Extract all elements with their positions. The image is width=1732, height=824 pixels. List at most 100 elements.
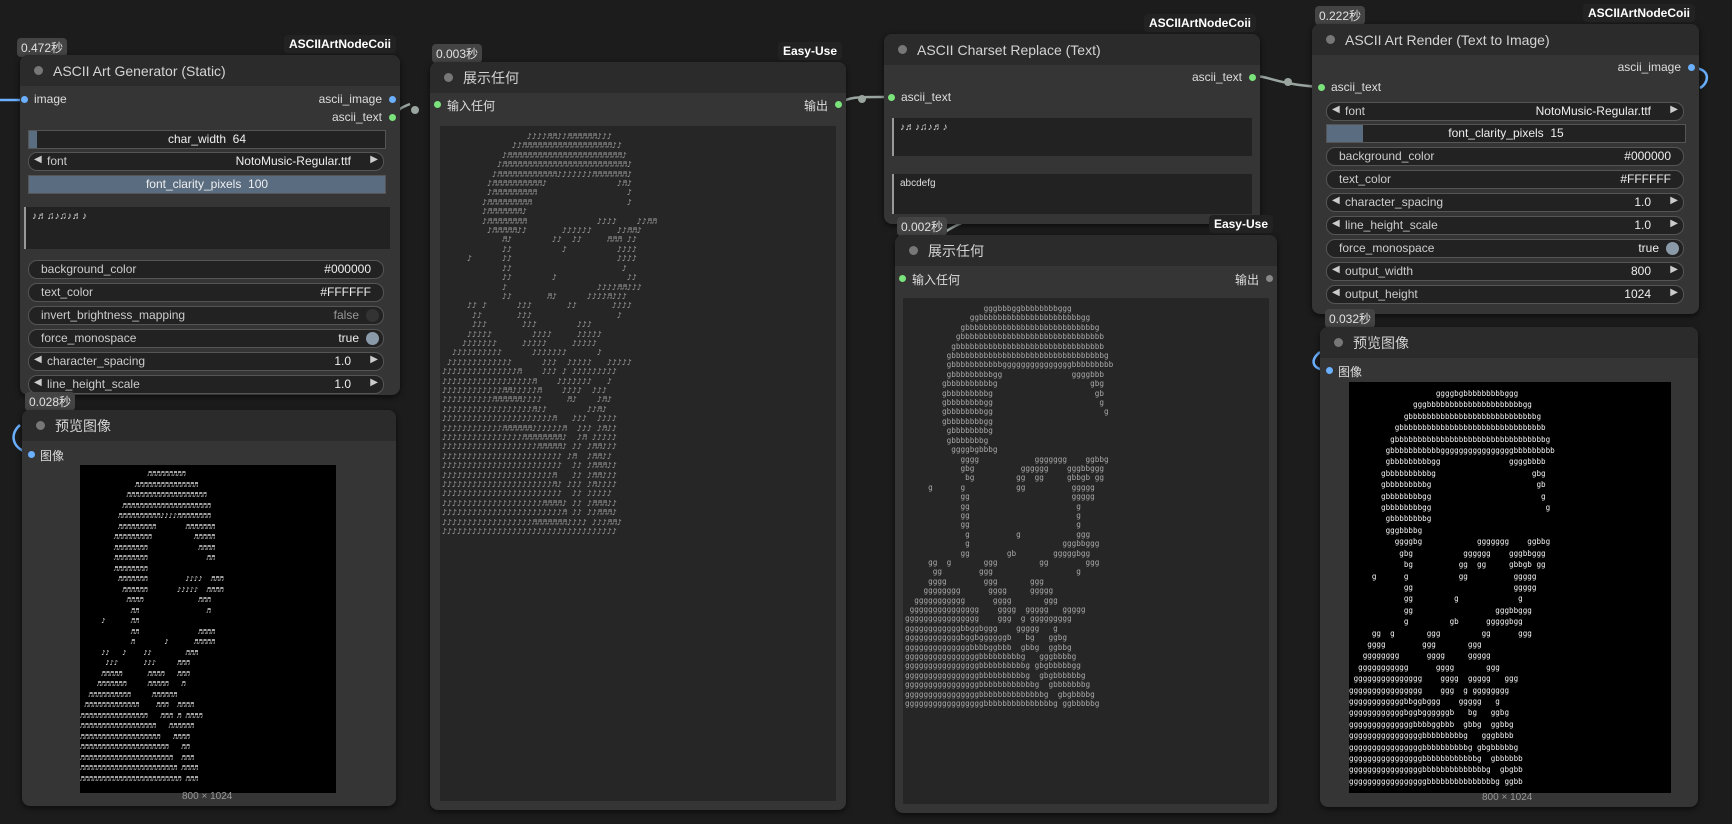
font-clarity-slider[interactable]: font_clarity_pixels 15 [1326,124,1686,143]
right-arrow-icon[interactable]: ▶ [1670,264,1678,275]
exec-time: 0.222秒 [1315,6,1366,25]
anything-input-socket[interactable] [434,101,441,108]
invert-brightness-toggle[interactable]: invert_brightness_mapping false [28,306,384,325]
anything-input-socket[interactable] [899,275,906,282]
ascii-text-output-socket[interactable] [389,114,396,121]
widget-label: font_clarity_pixels [145,177,242,191]
left-arrow-icon[interactable]: ◀ [34,354,42,365]
right-arrow-icon[interactable]: ▶ [1670,104,1678,115]
text-color-field[interactable]: text_color #FFFFFF [28,283,384,302]
widget-value: NotoMusic-Regular.ttf [1535,104,1651,118]
image-input-socket[interactable] [21,96,28,103]
widget-value: NotoMusic-Regular.ttf [235,154,351,168]
widget-value: 64 [232,132,247,146]
ascii-image-output-socket[interactable] [1688,64,1695,71]
right-arrow-icon[interactable]: ▶ [370,354,378,365]
text-color-field[interactable]: text_color #FFFFFF [1326,170,1684,189]
font-clarity-slider[interactable]: font_clarity_pixels 100 [28,175,386,194]
ascii-text-output-socket[interactable] [1249,74,1256,81]
left-arrow-icon[interactable]: ◀ [1332,264,1340,275]
output-label-ascii-text: ascii_text [1191,70,1242,84]
widget-value: 1.0 [1634,195,1651,209]
output-label-ascii-text: ascii_text [331,110,382,124]
show-anything-node[interactable]: Easy-Use 展示任何 输入任何 输出 gggbbbggbbbbbbbbgg… [895,215,1277,813]
collapse-dot[interactable] [1334,338,1343,347]
line-height-scale-number[interactable]: ◀ line_height_scale 1.0 ▶ [28,375,384,394]
left-arrow-icon[interactable]: ◀ [34,377,42,388]
force-monospace-toggle[interactable]: force_monospace true [1326,239,1684,258]
link-midpoint[interactable] [858,95,866,103]
image-input-socket[interactable] [1326,367,1333,374]
node-header[interactable]: 预览图像 [1320,327,1698,358]
left-arrow-icon[interactable]: ◀ [1332,104,1340,115]
node-title: 预览图像 [1353,334,1409,351]
line-height-scale-number[interactable]: ◀ line_height_scale 1.0 ▶ [1326,216,1684,235]
collapse-dot[interactable] [1326,35,1335,44]
ascii-text-input-socket[interactable] [1318,84,1325,91]
ascii-art-render-node[interactable]: ASCIIArtNodeCoii ASCII Art Render (Text … [1312,4,1699,314]
toggle-on-icon [366,332,379,345]
force-monospace-toggle[interactable]: force_monospace true [28,329,384,348]
link-midpoint[interactable] [411,106,419,114]
left-arrow-icon[interactable]: ◀ [1332,195,1340,206]
collapse-dot[interactable] [444,73,453,82]
widget-label: output_width [1345,264,1414,278]
background-color-field[interactable]: background_color #000000 [28,260,384,279]
widget-label: line_height_scale [1345,218,1438,232]
node-header[interactable]: 预览图像 [22,410,396,441]
ascii-text-input-socket[interactable] [888,94,895,101]
font-combo[interactable]: ◀ font NotoMusic-Regular.ttf ▶ [1326,102,1684,121]
to-charset-textarea[interactable]: abcdefg [892,174,1252,214]
collapse-dot[interactable] [36,421,45,430]
from-charset-textarea[interactable]: ♪♬♪♫♪♬♪ [892,118,1252,156]
right-arrow-icon[interactable]: ▶ [1670,287,1678,298]
preview-image[interactable]: ggggbgbbbbbbbbbggg gggbbbbbbbbbbbbbbbbbb… [1349,382,1671,793]
widget-value: 1.0 [1634,218,1651,232]
node-header[interactable]: ASCII Art Generator (Static) [20,55,400,86]
collapse-dot[interactable] [909,246,918,255]
exec-time: 0.032秒 [1325,309,1376,328]
node-badge: Easy-Use [1208,215,1273,233]
charset-textarea[interactable]: ♪♬♫♪♫♪♬♪ [24,207,390,249]
preview-image[interactable]: ♬♬♬♬♬♬♬♬♬ ♬♬♬♬♬♬♬♬♬♬♬♬♬♬♬ ♬♬♬♬♬♬♬♬♬♬♬♬♬♬… [80,465,336,793]
node-title: 展示任何 [928,242,984,259]
node-title: ASCII Charset Replace (Text) [917,41,1101,58]
show-anything-node[interactable]: Easy-Use 展示任何 输入任何 输出 ♪♪♪♪♬♬♪♪♬♬♬♬♬♬♪♪♪ … [430,42,846,810]
output-socket[interactable] [835,101,842,108]
ascii-art-generator-node[interactable]: ASCIIArtNodeCoii ASCII Art Generator (St… [20,35,400,395]
output-socket[interactable] [1266,275,1273,282]
output-height-number[interactable]: ◀ output_height 1024 ▶ [1326,285,1684,304]
image-input-socket[interactable] [28,451,35,458]
right-arrow-icon[interactable]: ▶ [370,154,378,165]
node-header[interactable]: 展示任何 [430,62,846,93]
node-title: ASCII Art Generator (Static) [53,62,226,79]
background-color-field[interactable]: background_color #000000 [1326,147,1684,166]
ascii-text-display[interactable]: ♪♪♪♪♬♬♪♪♬♬♬♬♬♬♪♪♪ ♪♪♬♬♬♬♬♬♬♬♬♬♬♬♬♬♬♬♬♬♪♪… [440,126,836,801]
collapse-dot[interactable] [898,45,907,54]
collapse-dot[interactable] [34,66,43,75]
ascii-charset-replace-node[interactable]: ASCIIArtNodeCoii ASCII Charset Replace (… [884,14,1260,224]
link-midpoint[interactable] [1284,78,1292,86]
ascii-text-display[interactable]: gggbbbggbbbbbbbbggg ggbbbbbbbbbbbbbbbbbb… [903,298,1269,804]
slider-text: font_clarity_pixels 100 [29,177,385,191]
widget-label: text_color [41,285,94,299]
ascii-image-output-socket[interactable] [389,96,396,103]
node-header[interactable]: ASCII Charset Replace (Text) [884,34,1260,65]
left-arrow-icon[interactable]: ◀ [1332,287,1340,298]
character-spacing-number[interactable]: ◀ character_spacing 1.0 ▶ [1326,193,1684,212]
preview-image-node[interactable]: 预览图像 图像 ggggbgbbbbbbbbbggg gggbbbbbbbbbb… [1320,327,1698,807]
char-width-slider[interactable]: char_width 64 [28,130,386,149]
output-width-number[interactable]: ◀ output_width 800 ▶ [1326,262,1684,281]
font-combo[interactable]: ◀ font NotoMusic-Regular.ttf ▶ [28,152,384,171]
node-header[interactable]: ASCII Art Render (Text to Image) [1312,24,1699,55]
widget-value: #FFFFFF [1620,172,1671,186]
preview-image-node[interactable]: 预览图像 图像 ♬♬♬♬♬♬♬♬♬ ♬♬♬♬♬♬♬♬♬♬♬♬♬♬♬ ♬♬♬♬♬♬… [22,410,396,806]
right-arrow-icon[interactable]: ▶ [1670,218,1678,229]
left-arrow-icon[interactable]: ◀ [34,154,42,165]
character-spacing-number[interactable]: ◀ character_spacing 1.0 ▶ [28,352,384,371]
right-arrow-icon[interactable]: ▶ [1670,195,1678,206]
left-arrow-icon[interactable]: ◀ [1332,218,1340,229]
node-header[interactable]: 展示任何 [895,235,1277,266]
right-arrow-icon[interactable]: ▶ [370,377,378,388]
output-label: 输出 [1234,273,1259,287]
